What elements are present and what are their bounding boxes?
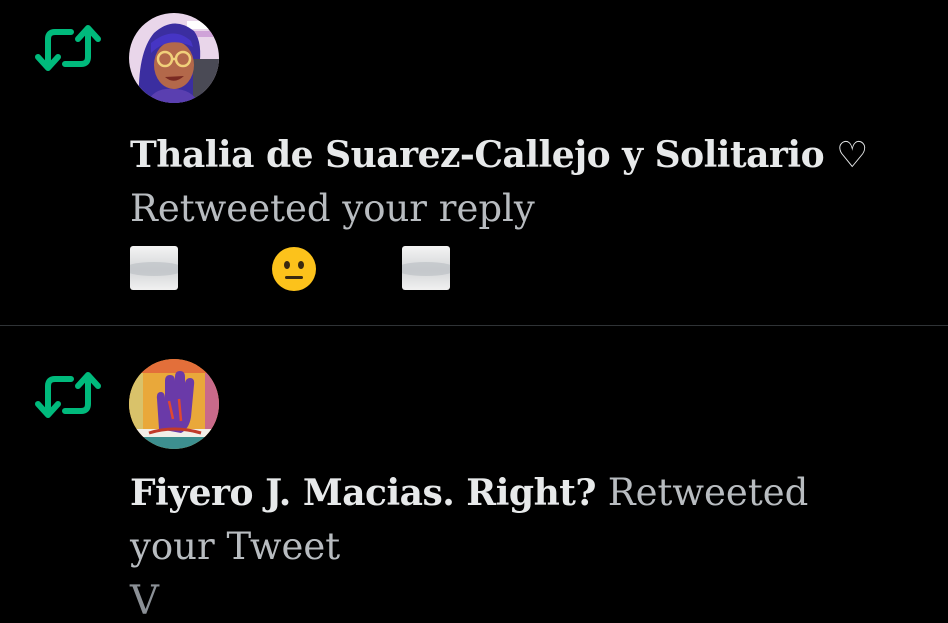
avatar-illustration (129, 13, 219, 103)
avatar-raised-hand (129, 359, 219, 449)
user-name[interactable]: Fiyero J. Macias. Right? (130, 472, 596, 514)
notification-item[interactable]: Thalia de Suarez-Callejo y Solitario ♡ R… (0, 0, 948, 325)
retweet-icon (35, 25, 101, 71)
notification-item[interactable]: Fiyero J. Macias. Right? Retweeted your … (0, 326, 948, 623)
notification-text: Fiyero J. Macias. Right? Retweeted your … (130, 466, 930, 574)
tweet-content (130, 246, 470, 292)
cloud-icon (130, 246, 178, 290)
neutral-face-icon (272, 247, 316, 291)
notification-action: Retweeted (607, 471, 809, 514)
avatar[interactable] (129, 13, 219, 103)
cloud-icon (402, 246, 450, 290)
user-name[interactable]: Thalia de Suarez-Callejo y Solitario ♡ (130, 134, 868, 176)
notification-action: Retweeted your reply (130, 187, 535, 230)
tweet-snippet[interactable]: V (130, 578, 159, 623)
retweet-icon (35, 372, 101, 418)
avatar[interactable] (129, 359, 219, 449)
notification-action-continued: your Tweet (130, 525, 341, 568)
notification-text: Thalia de Suarez-Callejo y Solitario ♡ R… (130, 128, 930, 236)
notifications-feed: Thalia de Suarez-Callejo y Solitario ♡ R… (0, 0, 948, 623)
